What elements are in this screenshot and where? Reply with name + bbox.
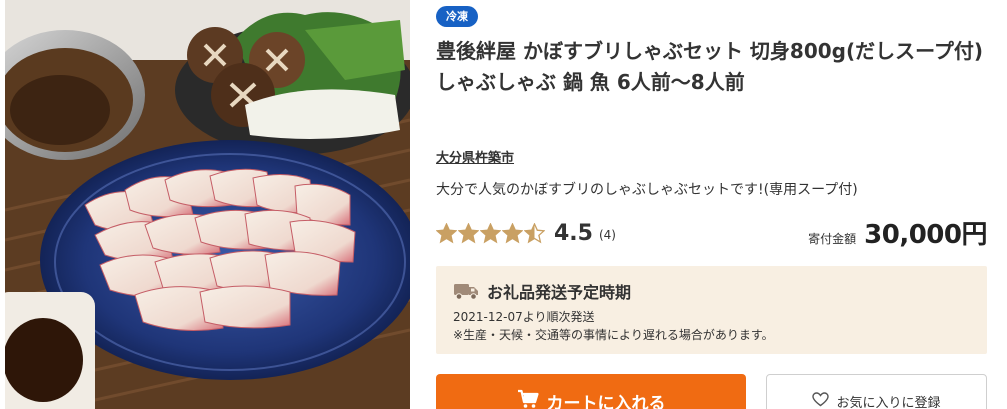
frozen-badge: 冷凍 — [436, 6, 478, 27]
cart-icon — [517, 389, 539, 408]
heart-outline-icon — [812, 392, 830, 407]
review-count[interactable]: (4) — [599, 228, 616, 242]
rating[interactable]: 4.5 (4) — [436, 218, 616, 248]
add-to-cart-label: カートに入れる — [546, 394, 666, 409]
shipping-header: お礼品発送予定時期 — [453, 279, 631, 303]
shipping-title: お礼品発送予定時期 — [487, 283, 632, 302]
product-image[interactable] — [5, 0, 410, 409]
star-half-icon — [524, 222, 545, 243]
shipping-date: 2021-12-07より順次発送 — [453, 310, 595, 324]
price-label: 寄付金額 — [808, 232, 857, 246]
truck-icon — [454, 284, 478, 300]
price-amount: 30,000円 — [864, 220, 987, 250]
product-title: 豊後絆屋 かぼすブリしゃぶセット 切身800g(だしスープ付) しゃぶしゃぶ 鍋… — [436, 39, 984, 94]
product-description: 大分で人気のかぼすブリのしゃぶしゃぶセットです!(専用スープ付) — [436, 182, 858, 198]
donation-price: 寄付金額 30,000円 — [808, 214, 987, 251]
municipality-link[interactable]: 大分県杵築市 — [436, 147, 514, 166]
shipping-note: ※生産・天候・交通等の事情により遅れる場合があります。 — [453, 328, 774, 342]
star-full-icon — [436, 222, 457, 243]
add-to-cart-button[interactable]: カートに入れる — [436, 374, 746, 409]
star-full-icon — [480, 222, 501, 243]
star-full-icon — [502, 222, 523, 243]
rating-value: 4.5 — [554, 220, 593, 246]
add-to-favorites-button[interactable]: お気に入りに登録 — [766, 374, 987, 409]
rating-stars — [436, 222, 545, 244]
add-to-favorites-label: お気に入りに登録 — [836, 395, 941, 409]
star-full-icon — [458, 222, 479, 243]
product-photo-illustration — [5, 0, 410, 409]
shipping-schedule: お礼品発送予定時期 2021-12-07より順次発送 ※生産・天候・交通等の事情… — [436, 266, 987, 354]
product-detail: 冷凍 豊後絆屋 かぼすブリしゃぶセット 切身800g(だしスープ付) しゃぶしゃ… — [0, 0, 1007, 409]
product-info: 冷凍 豊後絆屋 かぼすブリしゃぶセット 切身800g(だしスープ付) しゃぶしゃ… — [436, 0, 991, 409]
